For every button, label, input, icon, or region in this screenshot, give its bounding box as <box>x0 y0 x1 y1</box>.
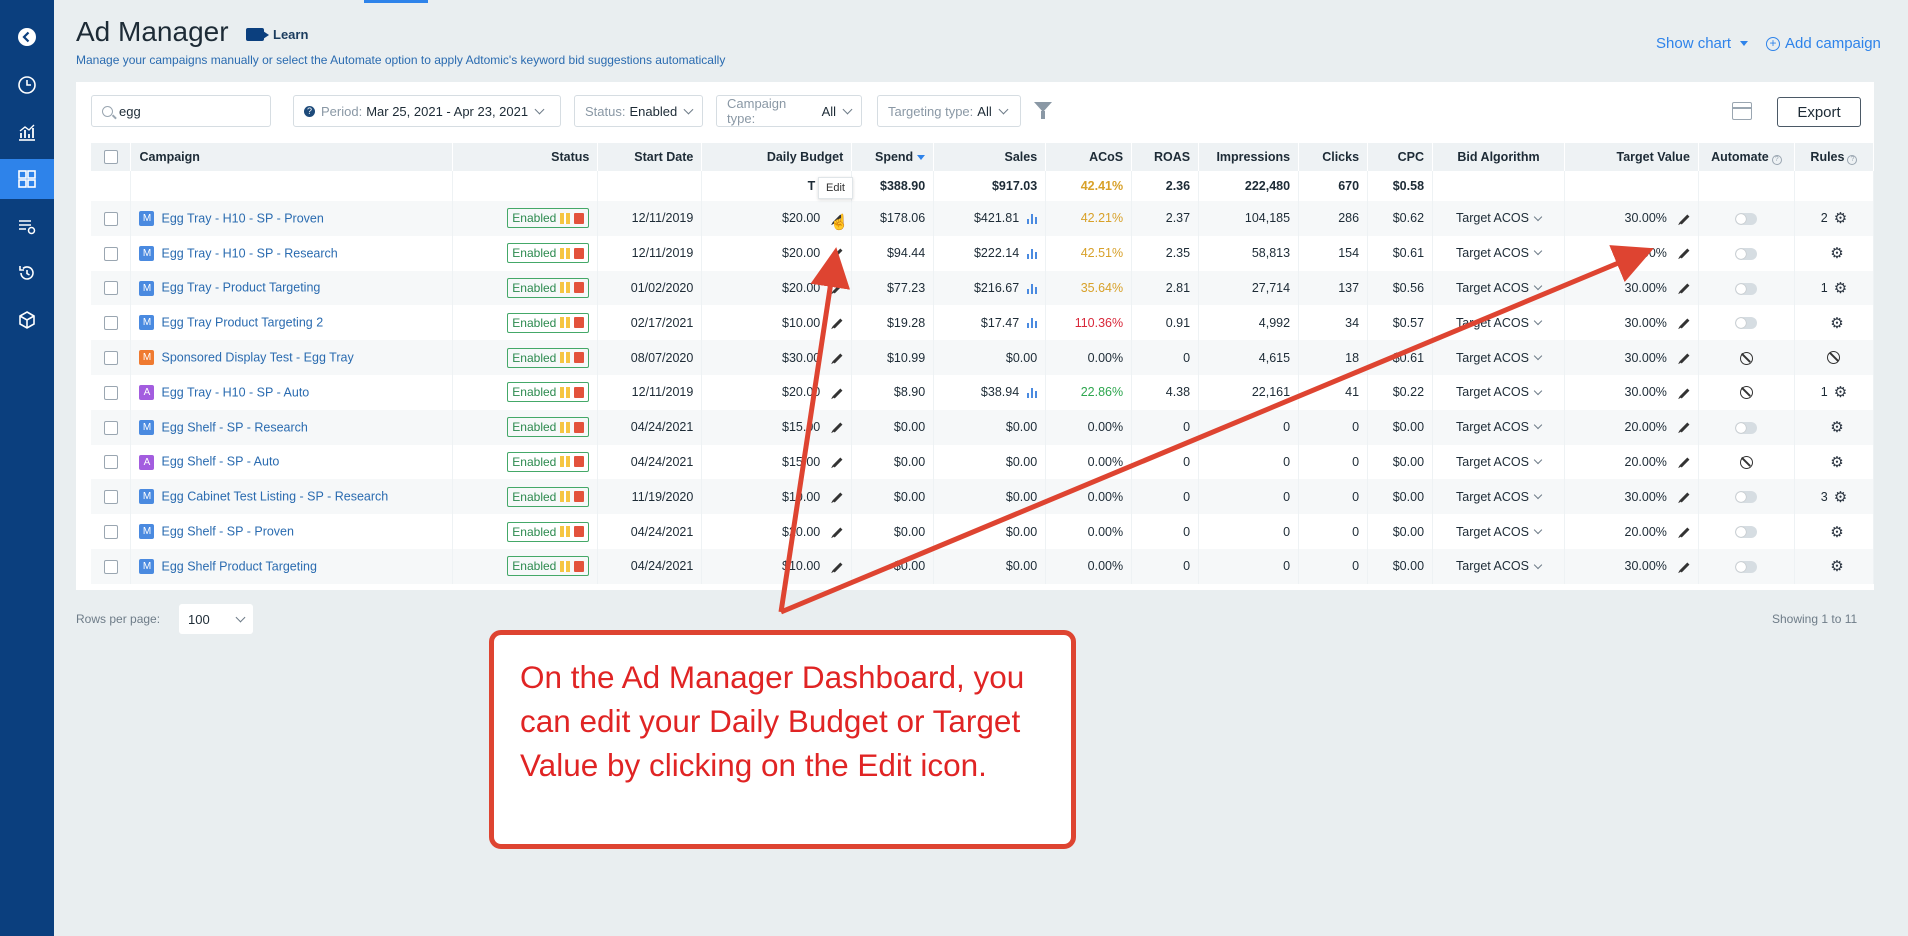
annotation-callout: On the Ad Manager Dashboard, you can edi… <box>489 630 1076 849</box>
arrow-to-target-value-edit <box>780 245 1654 615</box>
arrow-to-daily-budget-edit <box>778 247 851 613</box>
